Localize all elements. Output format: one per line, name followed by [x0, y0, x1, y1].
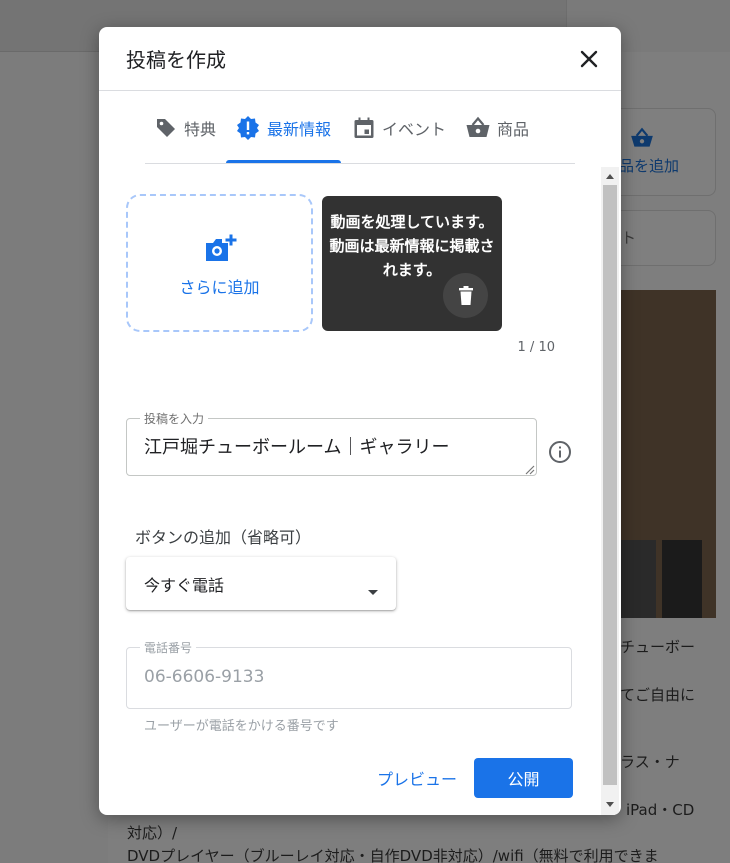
background-text: iPad・CD: [626, 801, 695, 819]
add-more-media-button[interactable]: さらに追加: [126, 194, 313, 332]
background-photo-detail: [620, 540, 656, 618]
scrollbar-thumb[interactable]: [603, 185, 617, 785]
background-card-label: ト: [621, 229, 637, 247]
post-text-value: 江戸堀チューボールーム｜ギャラリー: [144, 437, 450, 458]
processing-message-line: 動画は最新情報に掲載さ: [329, 237, 495, 255]
dialog-title: 投稿を作成: [126, 48, 226, 72]
tab-label: 最新情報: [267, 120, 332, 139]
add-more-label: さらに追加: [179, 278, 260, 297]
background-text: てご自由に: [620, 686, 696, 704]
video-processing-tile: 動画を処理しています。 動画は最新情報に掲載さ れます。: [322, 196, 502, 331]
tab-product[interactable]: 商品: [465, 113, 529, 143]
button-type-selected: 今すぐ電話: [144, 576, 225, 595]
close-button[interactable]: [573, 43, 605, 75]
tab-label: 特典: [184, 120, 217, 139]
background-text: 対応）/: [127, 824, 178, 842]
add-photo-icon: [204, 234, 238, 268]
publish-button[interactable]: 公開: [474, 758, 573, 798]
scroll-down-arrow-icon: [606, 801, 614, 807]
preview-button[interactable]: プレビュー: [371, 758, 463, 798]
basket-icon: [629, 127, 655, 153]
background-add-product-label: 品を追加: [619, 157, 680, 175]
background-text: ラス・ナ: [620, 753, 680, 771]
dropdown-arrow-icon: [368, 581, 378, 600]
basket-icon: [466, 116, 490, 137]
background-text: チューボー: [620, 638, 696, 656]
delete-media-button[interactable]: [443, 273, 488, 318]
scroll-up-arrow-icon: [606, 173, 614, 179]
tab-whats-new[interactable]: 最新情報: [235, 113, 331, 143]
processing-message: 動画を処理しています。 動画は最新情報に掲載さ れます。: [324, 210, 500, 282]
phone-number-hint: ユーザーが電話をかける番号です: [144, 719, 339, 734]
tab-label: 商品: [497, 120, 530, 139]
calendar-icon: [354, 117, 374, 138]
new-badge-icon: [237, 116, 259, 140]
scroll-down-button[interactable]: [601, 797, 619, 811]
scroll-up-button[interactable]: [601, 169, 619, 183]
resize-handle[interactable]: [523, 460, 535, 479]
tab-event[interactable]: イベント: [352, 113, 446, 143]
background-photo-detail: [662, 540, 702, 618]
processing-message-line: 動画を処理しています。: [330, 213, 494, 231]
background-text: DVDプレイヤー（ブルーレイ対応・自作DVD非対応）/wifi（無料で利用できま: [127, 847, 659, 863]
phone-number-label: 電話番号: [140, 639, 197, 656]
trash-icon: [458, 285, 473, 305]
close-icon: [580, 50, 598, 68]
create-post-dialog: 投稿を作成 特典 最新情報 イベント 商品 さらに追加 動画を処理しています。 …: [99, 27, 621, 815]
button-type-select[interactable]: 今すぐ電話: [126, 557, 396, 610]
phone-number-value: 06-6606-9133: [144, 667, 265, 687]
tab-offer[interactable]: 特典: [154, 113, 216, 143]
info-icon[interactable]: [548, 440, 572, 468]
dialog-header: 投稿を作成: [99, 27, 621, 91]
media-counter: 1 / 10: [517, 340, 555, 355]
tabs-divider: [145, 163, 575, 164]
tab-label: イベント: [382, 120, 447, 139]
tag-icon: [157, 119, 175, 137]
add-button-heading: ボタンの追加（省略可）: [135, 528, 312, 547]
post-text-label: 投稿を入力: [140, 410, 209, 427]
